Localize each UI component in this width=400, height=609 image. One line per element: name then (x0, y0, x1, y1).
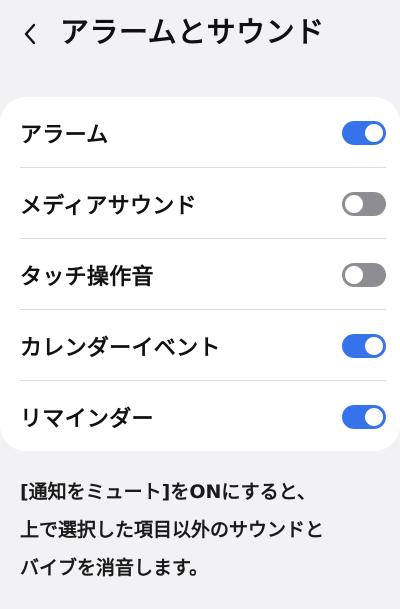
touch-sound-toggle[interactable] (342, 262, 386, 287)
setting-label-alarm: アラーム (20, 122, 109, 148)
toggle-knob (365, 407, 383, 426)
setting-label-media-sound: メディアサウンド (20, 193, 197, 219)
description-line: バイブを消音します。 (20, 557, 209, 579)
setting-row-media-sound[interactable]: メディアサウンド (0, 168, 400, 239)
toggle-knob (345, 194, 363, 213)
setting-label-calendar-event: カレンダーイベント (20, 335, 221, 361)
alarm-toggle[interactable] (342, 120, 386, 145)
setting-label-reminder: リマインダー (20, 406, 154, 432)
setting-row-touch-sound[interactable]: タッチ操作音 (0, 239, 400, 310)
description-line: 上で選択した項目以外のサウンドと (20, 519, 325, 541)
media-sound-toggle[interactable] (342, 191, 386, 216)
back-button[interactable] (12, 16, 48, 52)
toggle-knob (365, 336, 383, 355)
page-title: アラームとサウンド (60, 15, 325, 49)
description-line: [通知をミュート]をONにすると、 (20, 481, 316, 503)
toggle-knob (365, 123, 383, 142)
setting-row-reminder[interactable]: リマインダー (0, 381, 400, 451)
calendar-event-toggle[interactable] (342, 333, 386, 358)
header-bar: アラームとサウンド (0, 0, 400, 70)
setting-row-calendar-event[interactable]: カレンダーイベント (0, 310, 400, 381)
setting-label-touch-sound: タッチ操作音 (20, 264, 154, 290)
setting-row-alarm[interactable]: アラーム (0, 97, 400, 168)
chevron-left-icon (24, 23, 36, 45)
settings-card: アラーム メディアサウンド タッチ操作音 カレンダーイベント リマインダー (0, 97, 400, 451)
reminder-toggle[interactable] (342, 404, 386, 429)
toggle-knob (345, 265, 363, 284)
mute-notification-description: [通知をミュート]をONにすると、 上で選択した項目以外のサウンドと バイブを消… (20, 473, 390, 587)
